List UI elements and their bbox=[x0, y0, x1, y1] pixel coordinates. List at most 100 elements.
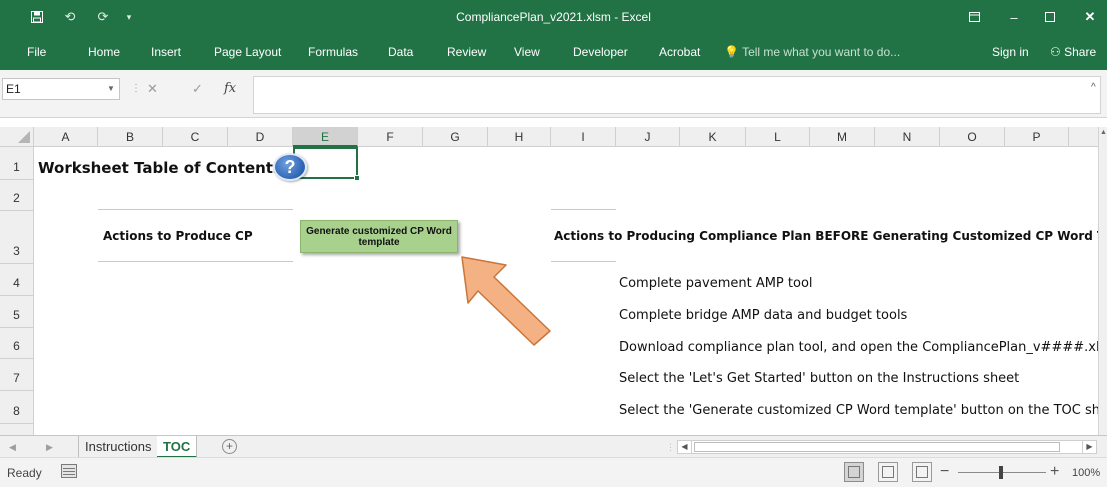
page-title: Worksheet Table of Contents bbox=[38, 159, 282, 177]
sheet-prev-icon[interactable]: ◀ bbox=[9, 436, 16, 458]
tell-me-text: Tell me what you want to do... bbox=[742, 45, 901, 59]
splitter-icon[interactable]: ⋮ bbox=[666, 436, 675, 458]
page-break-preview-icon[interactable] bbox=[912, 462, 932, 482]
column-header[interactable]: J bbox=[616, 127, 680, 147]
fill-handle[interactable] bbox=[354, 175, 360, 181]
share-label: Share bbox=[1064, 45, 1097, 59]
title-bar: ⟲ ⟳ ▾ CompliancePlan_v2021.xlsm - Excel … bbox=[0, 0, 1107, 34]
tab-formulas[interactable]: Formulas bbox=[308, 34, 358, 70]
column-header[interactable] bbox=[1069, 127, 1098, 147]
help-button[interactable]: ? bbox=[273, 153, 307, 181]
save-icon[interactable] bbox=[24, 0, 50, 34]
column-header[interactable]: F bbox=[358, 127, 423, 147]
column-header[interactable]: P bbox=[1005, 127, 1069, 147]
macro-recording-icon[interactable] bbox=[61, 464, 77, 478]
sheet-next-icon[interactable]: ▶ bbox=[46, 436, 53, 458]
header-border-top bbox=[551, 209, 616, 210]
insert-function-icon[interactable]: fx bbox=[224, 78, 236, 100]
zoom-in-icon[interactable]: + bbox=[1050, 458, 1059, 487]
worksheet-grid: A B C D E F G H I J K L M N O P 1 2 3 4 … bbox=[0, 127, 1098, 435]
tab-acrobat[interactable]: Acrobat bbox=[659, 34, 700, 70]
formula-input[interactable] bbox=[253, 76, 1101, 114]
row-header[interactable]: 3 bbox=[0, 211, 34, 264]
sheet-tab-toc[interactable]: TOC bbox=[157, 436, 198, 458]
vertical-scrollbar[interactable]: ▲ bbox=[1098, 127, 1107, 435]
column-header[interactable]: L bbox=[746, 127, 810, 147]
zoom-out-icon[interactable]: − bbox=[940, 458, 949, 487]
column-header[interactable]: I bbox=[551, 127, 616, 147]
row-header[interactable]: 2 bbox=[0, 180, 34, 211]
column-header[interactable]: D bbox=[228, 127, 293, 147]
scroll-up-icon[interactable]: ▲ bbox=[1100, 129, 1107, 136]
chevron-down-icon[interactable]: ▼ bbox=[104, 78, 118, 100]
column-header[interactable]: K bbox=[680, 127, 746, 147]
enter-icon[interactable]: ✓ bbox=[192, 78, 203, 100]
column-header[interactable]: N bbox=[875, 127, 940, 147]
scroll-left-icon[interactable]: ◀ bbox=[678, 441, 692, 453]
cancel-icon[interactable]: ✕ bbox=[147, 78, 158, 100]
tab-review[interactable]: Review bbox=[447, 34, 486, 70]
scroll-right-icon[interactable]: ▶ bbox=[1082, 441, 1096, 453]
column-header[interactable]: O bbox=[940, 127, 1005, 147]
select-all-corner[interactable] bbox=[0, 127, 34, 147]
tab-insert[interactable]: Insert bbox=[151, 34, 181, 70]
row-header[interactable]: 8 bbox=[0, 391, 34, 424]
row-header[interactable]: 6 bbox=[0, 328, 34, 359]
close-icon[interactable]: ✕ bbox=[1072, 0, 1107, 34]
customize-qat-icon[interactable]: ▾ bbox=[116, 0, 142, 34]
header-border-bottom bbox=[551, 261, 616, 262]
generate-template-button[interactable]: Generate customized CP Word template bbox=[300, 220, 458, 253]
header-border-top bbox=[98, 209, 293, 210]
row-header[interactable]: 7 bbox=[0, 359, 34, 391]
person-icon: ⚇ bbox=[1050, 45, 1061, 59]
actions-header: Actions to Produce CP bbox=[103, 229, 253, 243]
share-button[interactable]: ⚇ Share bbox=[1050, 34, 1096, 70]
add-sheet-icon[interactable]: + bbox=[222, 439, 237, 454]
zoom-slider-thumb[interactable] bbox=[999, 466, 1003, 479]
redo-icon[interactable]: ⟳ bbox=[90, 0, 116, 34]
step-item: Select the 'Let's Get Started' button on… bbox=[619, 371, 1020, 386]
tab-developer[interactable]: Developer bbox=[573, 34, 628, 70]
tab-file[interactable]: File bbox=[27, 34, 46, 70]
step-item: Complete pavement AMP tool bbox=[619, 276, 813, 291]
column-header-selected[interactable]: E bbox=[293, 127, 358, 147]
step-item: Complete bridge AMP data and budget tool… bbox=[619, 308, 908, 323]
collapse-formula-bar-icon[interactable]: ^ bbox=[1091, 82, 1096, 93]
tab-data[interactable]: Data bbox=[388, 34, 413, 70]
maximize-icon[interactable] bbox=[1032, 0, 1068, 34]
column-header[interactable]: B bbox=[98, 127, 163, 147]
column-header[interactable]: G bbox=[423, 127, 488, 147]
column-header[interactable]: H bbox=[488, 127, 551, 147]
tab-view[interactable]: View bbox=[514, 34, 540, 70]
lightbulb-icon: 💡 bbox=[724, 45, 739, 59]
ribbon-tabs: File Home Insert Page Layout Formulas Da… bbox=[0, 34, 1107, 70]
status-bar: Ready − + 100% bbox=[0, 457, 1107, 487]
tell-me-search[interactable]: 💡 Tell me what you want to do... bbox=[724, 34, 900, 70]
header-border-bottom bbox=[98, 261, 293, 262]
actions-before-header: Actions to Producing Compliance Plan BEF… bbox=[554, 229, 1098, 243]
scroll-thumb[interactable] bbox=[694, 442, 1060, 452]
formula-bar: E1 ▼ ⋮ ✕ ✓ fx ^ bbox=[0, 70, 1107, 118]
row-header[interactable]: 5 bbox=[0, 296, 34, 328]
name-box[interactable]: E1 bbox=[2, 78, 120, 100]
column-header[interactable]: C bbox=[163, 127, 228, 147]
horizontal-scrollbar[interactable]: ◀ ▶ bbox=[677, 440, 1097, 454]
sign-in-link[interactable]: Sign in bbox=[992, 34, 1029, 70]
row-header[interactable] bbox=[0, 424, 34, 435]
row-header[interactable]: 4 bbox=[0, 264, 34, 296]
ribbon-display-options-icon[interactable] bbox=[956, 0, 992, 34]
zoom-level[interactable]: 100% bbox=[1072, 458, 1100, 487]
minimize-icon[interactable]: – bbox=[996, 0, 1032, 34]
normal-view-icon[interactable] bbox=[844, 462, 864, 482]
window-title: CompliancePlan_v2021.xlsm - Excel bbox=[456, 10, 651, 24]
tab-page-layout[interactable]: Page Layout bbox=[214, 34, 281, 70]
sheet-tab-instructions[interactable]: Instructions bbox=[78, 436, 159, 458]
page-layout-view-icon[interactable] bbox=[878, 462, 898, 482]
tab-home[interactable]: Home bbox=[88, 34, 120, 70]
undo-icon[interactable]: ⟲ bbox=[57, 0, 83, 34]
column-header[interactable]: M bbox=[810, 127, 875, 147]
step-item: Select the 'Generate customized CP Word … bbox=[619, 403, 1098, 418]
more-options-icon: ⋮ bbox=[131, 83, 141, 94]
column-header[interactable]: A bbox=[34, 127, 98, 147]
row-header[interactable]: 1 bbox=[0, 147, 34, 180]
